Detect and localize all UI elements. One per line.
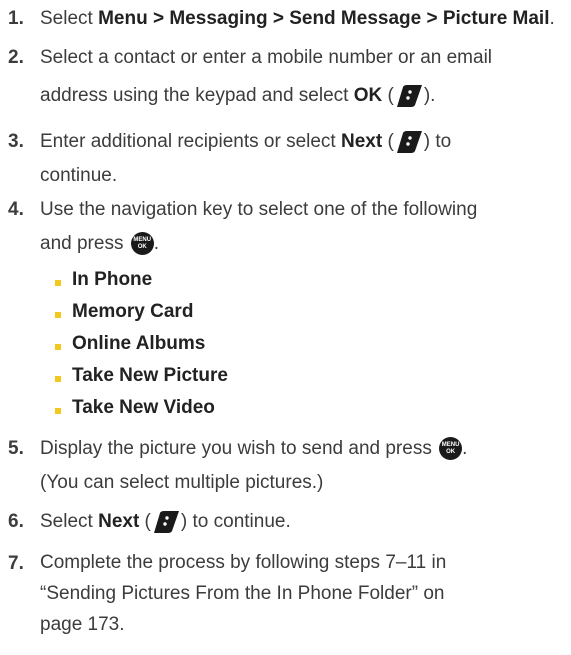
step-text: Use the navigation key to select one of … [40,199,478,220]
step-text: Complete the process by following steps … [40,552,447,573]
list-item: Take New Picture [55,361,228,391]
instruction-page: 1. Select Menu > Messaging > Send Messag… [0,0,571,655]
softkey-icon [152,510,180,534]
ok-label: OK [353,85,383,106]
menu-ok-key-icon: MENU OK [439,437,463,461]
step-text: Enter additional recipients or select [40,131,341,152]
list-item: In Phone [55,265,152,295]
step-number: 4. [8,199,24,220]
step-number: 6. [8,511,24,532]
bullet-marker [55,312,61,318]
menu-ok-key-icon: MENU OK [130,232,154,256]
softkey-icon [395,130,423,154]
next-label: Next [98,511,140,532]
step-number: 1. [8,8,24,29]
softkey-icon [395,84,423,108]
bullet-marker [55,344,61,350]
step-number: 2. [8,47,24,68]
step-text: Select [40,8,99,29]
next-label: Next [341,131,383,152]
step-text: Select [40,511,99,532]
step-text: Display the picture you wish to send and… [40,438,438,459]
step-text: Select a contact or enter a mobile numbe… [40,47,493,68]
list-item: Take New Video [55,393,215,423]
bullet-marker [55,280,61,286]
bullet-marker [55,408,61,414]
step-number: 5. [8,438,24,459]
bullet-marker [55,376,61,382]
list-item: Memory Card [55,297,193,327]
step-number: 7. [8,553,24,574]
menu-path: Menu > Messaging > Send Message > Pictur… [98,8,550,29]
step-number: 3. [8,131,24,152]
list-item: Online Albums [55,329,205,359]
